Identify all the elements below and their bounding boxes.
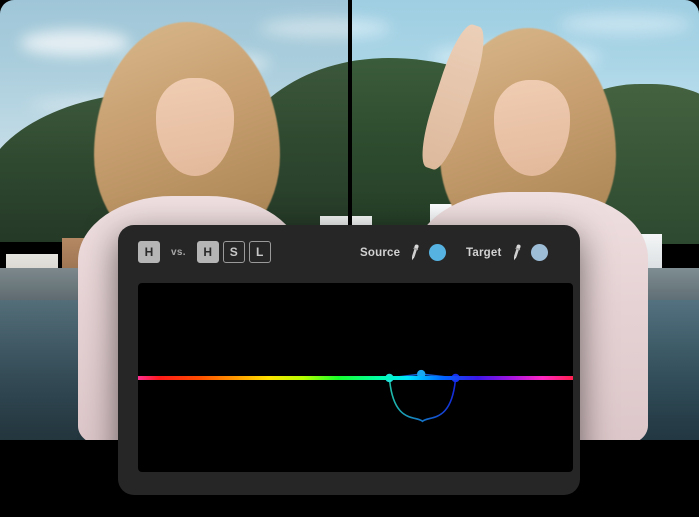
channel-selector: H vs. H S L: [138, 241, 271, 263]
eyedropper-icon[interactable]: [407, 243, 422, 262]
hue-curve-graph[interactable]: [138, 283, 573, 472]
hue-spectrum: [138, 376, 573, 380]
curve-dip: [388, 377, 457, 423]
target-channel-l-button[interactable]: L: [248, 241, 271, 263]
source-color-swatch[interactable]: [429, 244, 447, 261]
panel-toolbar: H vs. H S L Source Target: [118, 225, 580, 283]
target-channel-s-button[interactable]: S: [222, 241, 245, 263]
target-picker-group: Target: [466, 243, 548, 262]
target-label: Target: [466, 246, 502, 259]
eyedropper-icon[interactable]: [509, 243, 524, 262]
app-root: H vs. H S L Source Target: [0, 0, 699, 517]
target-color-swatch[interactable]: [530, 244, 548, 261]
target-channel-h-button[interactable]: H: [196, 241, 219, 263]
source-picker-group: Source: [360, 243, 447, 262]
source-channel-h-button[interactable]: H: [138, 241, 160, 263]
vs-label: vs.: [171, 246, 186, 258]
hsl-panel: H vs. H S L Source Target: [118, 225, 580, 495]
source-label: Source: [360, 246, 401, 259]
